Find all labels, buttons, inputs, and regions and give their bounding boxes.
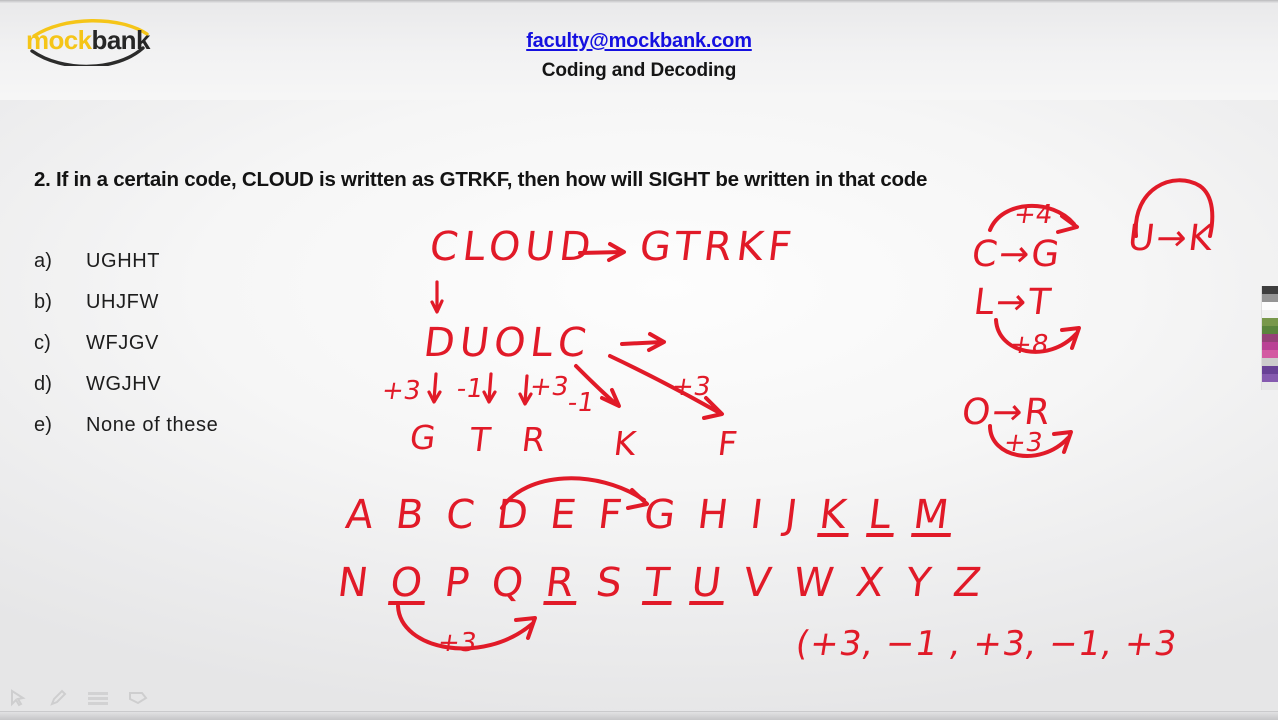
swatch-11[interactable] [1262,374,1278,382]
swatch-7[interactable] [1262,342,1278,350]
option-c[interactable]: c) WFJGV [34,332,364,373]
whiteboard-lecture-screen: mockbank faculty@mockbank.com Coding and… [0,0,1278,720]
option-b-key: b) [34,291,52,313]
option-b[interactable]: b) UHJFW [34,291,364,332]
lines-tool-icon[interactable] [86,688,110,708]
swatch-1[interactable] [1262,294,1278,302]
pen-tool-icon[interactable] [46,688,70,708]
swatch-0[interactable] [1262,286,1278,294]
swatch-10[interactable] [1262,366,1278,374]
swatch-9[interactable] [1262,358,1278,366]
option-d[interactable]: d) WGJHV [34,373,364,414]
answer-options-list: a) UGHHT b) UHJFW c) WFJGV d) WGJHV e) N… [34,250,364,455]
option-e-value: None of these [86,414,219,436]
option-d-key: d) [34,373,52,395]
option-e-key: e) [34,414,52,436]
swatch-4[interactable] [1262,318,1278,326]
drawing-toolbar[interactable] [6,688,150,708]
window-bottom-bar [0,711,1278,720]
window-top-edge [0,0,1278,3]
option-e[interactable]: e) None of these [34,414,364,455]
swatch-6[interactable] [1262,334,1278,342]
swatch-3[interactable] [1262,310,1278,318]
lesson-title: Coding and Decoding [541,60,737,81]
option-b-value: UHJFW [86,291,159,313]
swatch-5[interactable] [1262,326,1278,334]
color-palette-strip[interactable] [1261,286,1278,390]
question-text: 2. If in a certain code, CLOUD is writte… [34,168,928,191]
option-a-value: UGHHT [86,250,161,272]
eraser-tool-icon[interactable] [126,688,150,708]
option-a-key: a) [34,250,52,272]
swatch-2[interactable] [1262,302,1278,310]
faculty-email-link[interactable]: faculty@mockbank.com [526,30,752,53]
option-c-key: c) [34,332,51,354]
option-d-value: WGJHV [86,373,162,395]
swatch-12[interactable] [1262,382,1278,390]
header: faculty@mockbank.com Coding and Decoding [0,30,1278,82]
option-a[interactable]: a) UGHHT [34,250,364,291]
swatch-8[interactable] [1262,350,1278,358]
option-c-value: WFJGV [86,332,159,354]
cursor-tool-icon[interactable] [6,688,30,708]
